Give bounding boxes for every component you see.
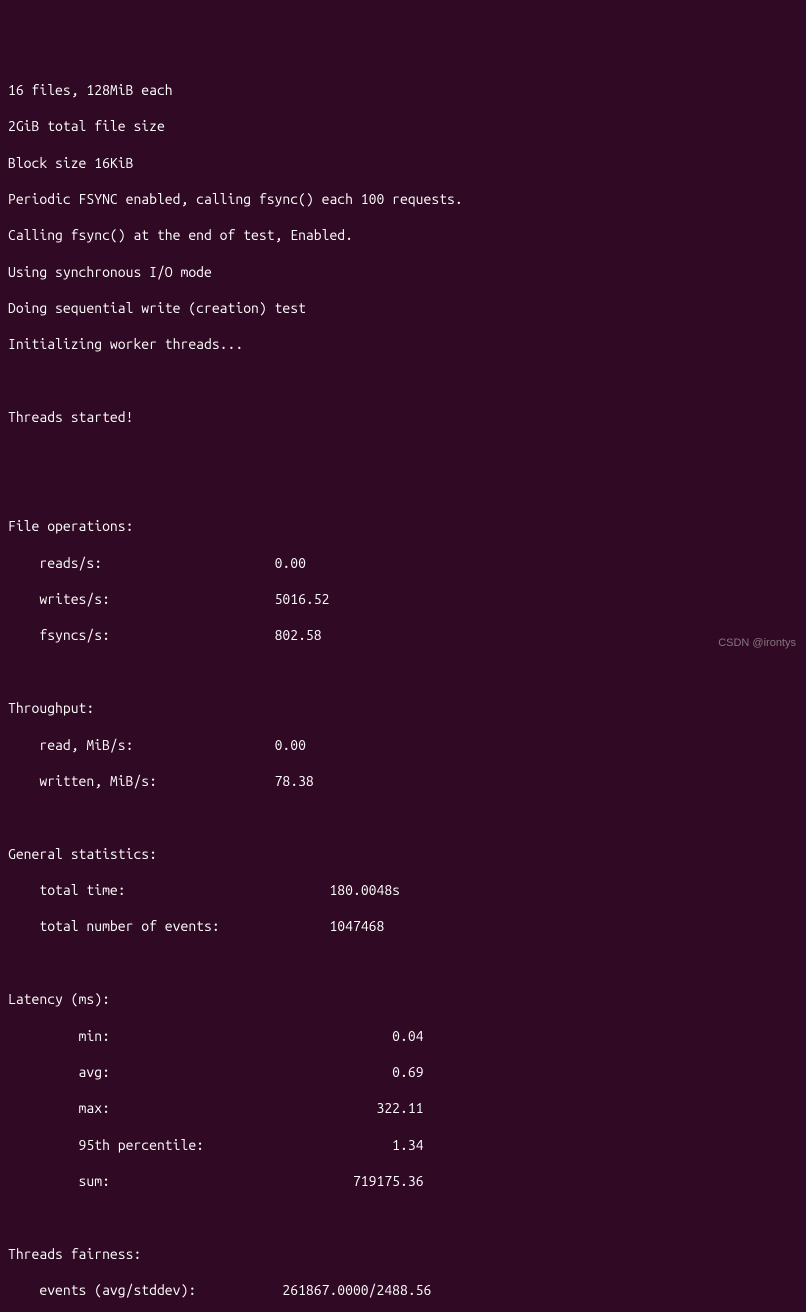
latency-max: max: 322.11 — [8, 1099, 798, 1117]
throughput-title: Throughput: — [8, 699, 798, 717]
events-value: 261867.0000/2488.56 — [282, 1282, 431, 1298]
min-label: min: — [8, 1028, 392, 1044]
header-files: 16 files, 128MiB each — [8, 81, 798, 99]
header-io-mode: Using synchronous I/O mode — [8, 263, 798, 281]
latency-p95: 95th percentile: 1.34 — [8, 1136, 798, 1154]
total-events-label: total number of events: — [8, 918, 329, 934]
events-label: events (avg/stddev): — [8, 1282, 282, 1298]
header-fsync-end: Calling fsync() at the end of test, Enab… — [8, 226, 798, 244]
fairness-title: Threads fairness: — [8, 1245, 798, 1263]
fairness-events: events (avg/stddev): 261867.0000/2488.56 — [8, 1281, 798, 1299]
threads-started: Threads started! — [8, 408, 798, 426]
fsyncs-value: 802.58 — [275, 627, 322, 643]
max-value: 322.11 — [376, 1100, 423, 1116]
throughput-read: read, MiB/s: 0.00 — [8, 736, 798, 754]
header-init-threads: Initializing worker threads... — [8, 335, 798, 353]
header-total-size: 2GiB total file size — [8, 117, 798, 135]
max-label: max: — [8, 1100, 376, 1116]
file-ops-reads: reads/s: 0.00 — [8, 554, 798, 572]
total-events-value: 1047468 — [329, 918, 384, 934]
written-label: written, MiB/s: — [8, 773, 275, 789]
latency-min: min: 0.04 — [8, 1027, 798, 1045]
throughput-written: written, MiB/s: 78.38 — [8, 772, 798, 790]
fsyncs-label: fsyncs/s: — [8, 627, 275, 643]
latency-sum: sum: 719175.36 — [8, 1172, 798, 1190]
read-value: 0.00 — [275, 737, 306, 753]
general-total-time: total time: 180.0048s — [8, 881, 798, 899]
written-value: 78.38 — [275, 773, 314, 789]
general-total-events: total number of events: 1047468 — [8, 917, 798, 935]
header-block-size: Block size 16KiB — [8, 154, 798, 172]
total-time-label: total time: — [8, 882, 329, 898]
min-value: 0.04 — [392, 1028, 423, 1044]
watermark: CSDN @irontys — [718, 636, 796, 650]
general-title: General statistics: — [8, 845, 798, 863]
file-ops-title: File operations: — [8, 517, 798, 535]
file-ops-fsyncs: fsyncs/s: 802.58 — [8, 626, 798, 644]
p95-label: 95th percentile: — [8, 1137, 392, 1153]
total-time-value: 180.0048s — [329, 882, 400, 898]
latency-title: Latency (ms): — [8, 990, 798, 1008]
header-fsync-periodic: Periodic FSYNC enabled, calling fsync() … — [8, 190, 798, 208]
latency-avg: avg: 0.69 — [8, 1063, 798, 1081]
read-label: read, MiB/s: — [8, 737, 275, 753]
sum-value: 719175.36 — [353, 1173, 424, 1189]
avg-label: avg: — [8, 1064, 392, 1080]
writes-value: 5016.52 — [275, 591, 330, 607]
avg-value: 0.69 — [392, 1064, 423, 1080]
writes-label: writes/s: — [8, 591, 275, 607]
reads-value: 0.00 — [275, 555, 306, 571]
file-ops-writes: writes/s: 5016.52 — [8, 590, 798, 608]
header-test-type: Doing sequential write (creation) test — [8, 299, 798, 317]
reads-label: reads/s: — [8, 555, 275, 571]
sum-label: sum: — [8, 1173, 353, 1189]
p95-value: 1.34 — [392, 1137, 423, 1153]
